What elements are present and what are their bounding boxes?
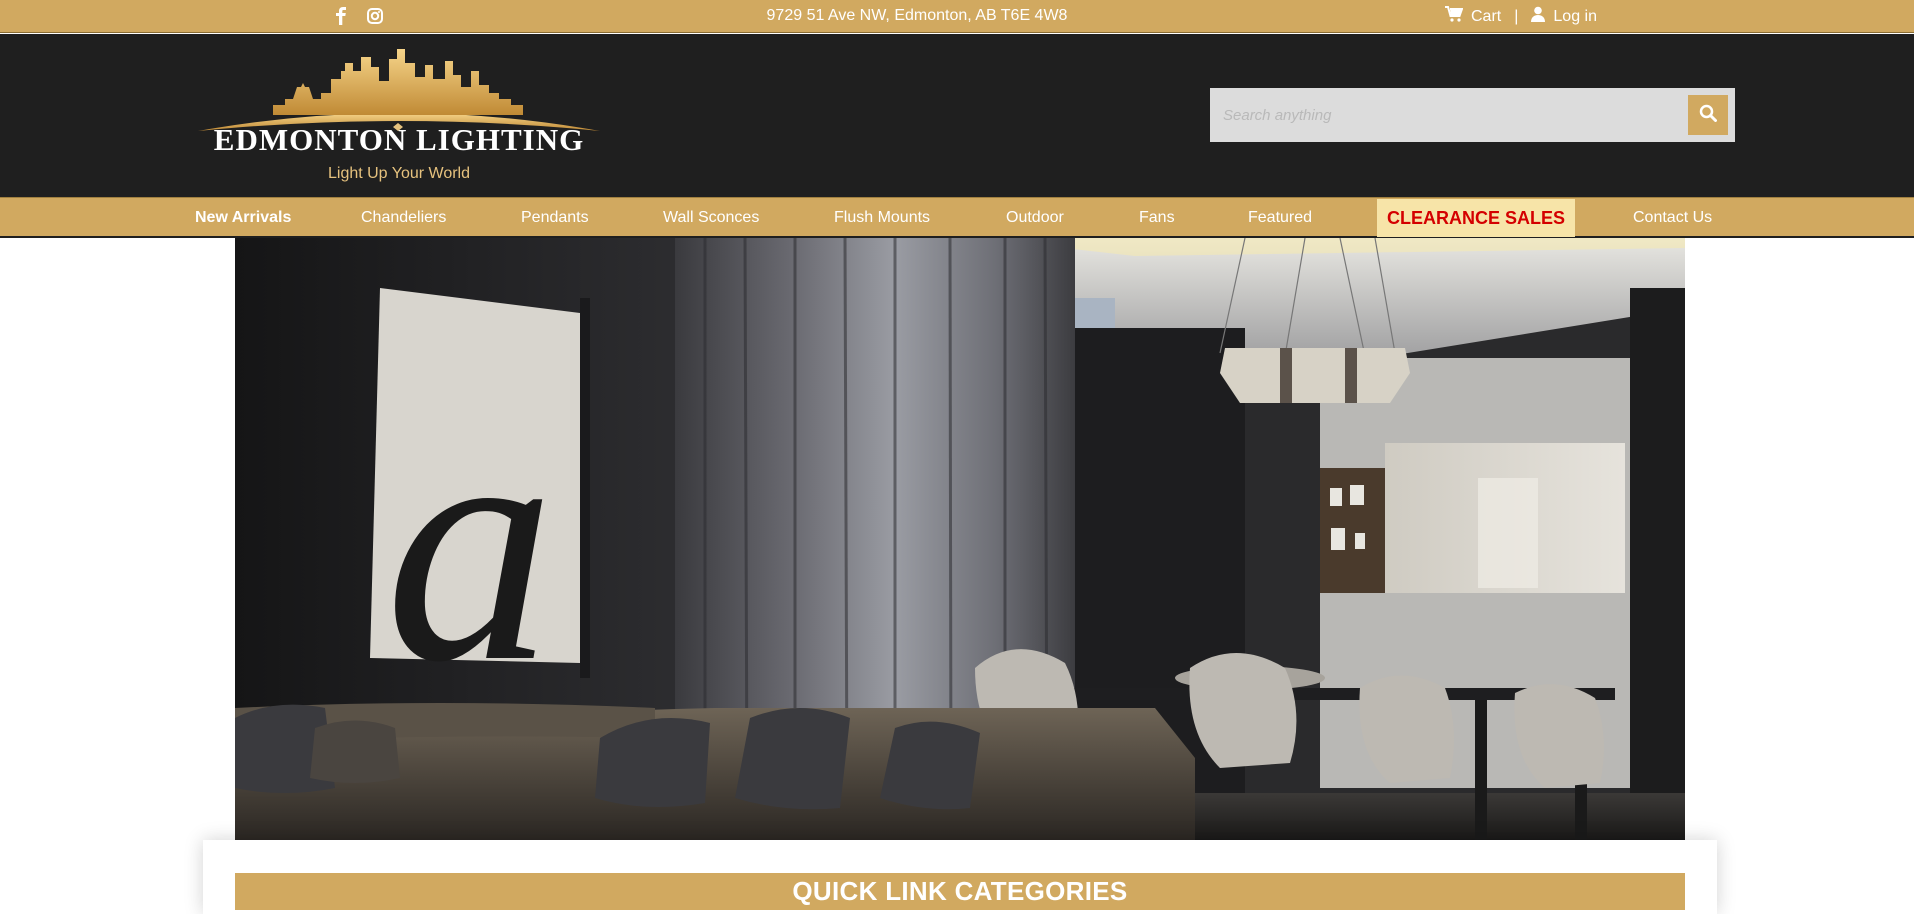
search-box: [1210, 88, 1735, 142]
site-logo[interactable]: EDMONTON LIGHTING Light Up Your World: [193, 43, 605, 183]
quick-links-panel: QUICK LINK CATEGORIES: [203, 840, 1717, 914]
cart-link[interactable]: Cart: [1445, 6, 1501, 27]
cart-icon: [1445, 6, 1464, 27]
cart-label: Cart: [1471, 7, 1502, 25]
quick-links-heading: QUICK LINK CATEGORIES: [235, 873, 1685, 910]
search-input[interactable]: [1210, 88, 1680, 142]
search-button[interactable]: [1688, 95, 1728, 135]
user-icon: [1531, 6, 1546, 27]
search-icon: [1699, 104, 1717, 127]
login-link[interactable]: Log in: [1531, 6, 1597, 27]
logo-brand-name: EDMONTON LIGHTING: [213, 122, 585, 157]
skyline-logo-graphic: [198, 49, 600, 131]
top-bar: 9729 51 Ave NW, Edmonton, AB T6E 4W8 Car…: [0, 0, 1914, 33]
account-links: Cart | Log in: [1445, 6, 1597, 27]
nav-item-contact-us[interactable]: Contact Us: [1633, 198, 1712, 237]
hero-banner-image: a: [235, 238, 1685, 840]
login-label: Log in: [1553, 7, 1597, 25]
nav-item-featured[interactable]: Featured: [1248, 198, 1312, 237]
account-separator: |: [1514, 7, 1519, 25]
nav-item-wall-sconces[interactable]: Wall Sconces: [663, 198, 759, 237]
main-nav: New Arrivals Chandeliers Pendants Wall S…: [0, 197, 1914, 238]
logo-tagline: Light Up Your World: [327, 165, 470, 182]
nav-item-clearance-sales[interactable]: CLEARANCE SALES: [1377, 199, 1576, 237]
nav-item-outdoor[interactable]: Outdoor: [1006, 198, 1064, 237]
site-header: EDMONTON LIGHTING Light Up Your World: [0, 34, 1914, 197]
nav-item-new-arrivals[interactable]: New Arrivals: [195, 198, 291, 237]
nav-item-flush-mounts[interactable]: Flush Mounts: [834, 198, 930, 237]
art-letter: a: [385, 355, 555, 732]
nav-item-chandeliers[interactable]: Chandeliers: [361, 198, 446, 237]
nav-item-pendants[interactable]: Pendants: [521, 198, 589, 237]
nav-item-fans[interactable]: Fans: [1139, 198, 1175, 237]
